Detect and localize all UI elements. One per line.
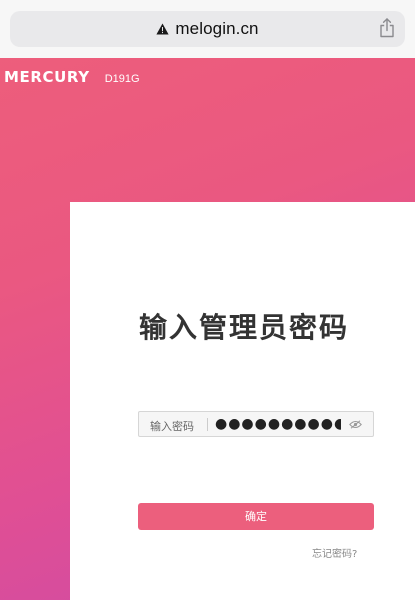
- field-divider: [207, 418, 208, 431]
- router-login-page: melogin.cn MERCURY D191G 输入管理员密码 输入密码 确定…: [0, 0, 415, 600]
- address-bar[interactable]: melogin.cn: [10, 11, 405, 47]
- share-icon[interactable]: [379, 18, 395, 38]
- password-input[interactable]: [215, 415, 341, 433]
- address-bar-content: melogin.cn: [10, 11, 405, 47]
- password-field[interactable]: 输入密码: [138, 411, 374, 437]
- warning-triangle-icon: [156, 23, 169, 35]
- password-label: 输入密码: [150, 420, 194, 433]
- url-text: melogin.cn: [175, 19, 259, 38]
- brand-header: MERCURY D191G: [4, 68, 140, 86]
- forgot-password-link[interactable]: 忘记密码?: [312, 545, 357, 560]
- brand-logo: MERCURY: [4, 68, 90, 86]
- eye-slash-icon[interactable]: [349, 420, 362, 429]
- browser-toolbar: melogin.cn: [0, 0, 415, 58]
- device-model: D191G: [104, 73, 140, 85]
- page-title: 输入管理员密码: [139, 311, 350, 344]
- confirm-button[interactable]: 确定: [138, 503, 374, 530]
- login-card: [70, 202, 415, 600]
